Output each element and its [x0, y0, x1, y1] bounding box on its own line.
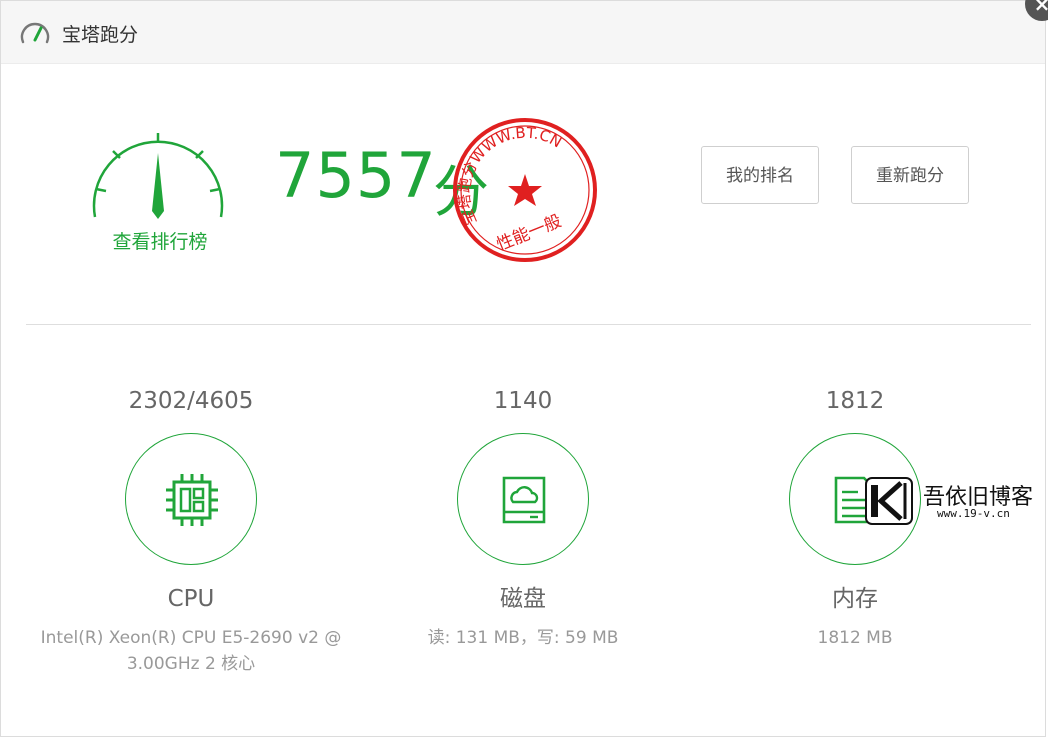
stamp-level-text: 性能一般 [494, 211, 565, 255]
my-rank-button[interactable]: 我的排名 [701, 146, 819, 204]
cpu-icon [166, 474, 218, 526]
benchmark-dialog: 宝塔跑分 × 查看排行榜 7557 分 宝塔跑分WWW.BT.CN 性能一般 我… [0, 0, 1048, 737]
stamp-ring-text: 宝塔跑分WWW.BT.CN [455, 124, 565, 228]
speedometer-icon [20, 22, 50, 44]
rerun-benchmark-button[interactable]: 重新跑分 [851, 146, 969, 204]
memory-score: 1812 [825, 388, 885, 414]
cpu-description: Intel(R) Xeon(R) CPU E5-2690 v2 @ 3.00GH… [40, 628, 342, 674]
disk-label: 磁盘 [500, 586, 546, 612]
memory-description: 1812 MB [817, 628, 893, 648]
cpu-label: CPU [167, 586, 215, 612]
disk-icon [502, 476, 546, 524]
svg-text:宝塔跑分WWW.BT.CN: 宝塔跑分WWW.BT.CN [455, 124, 565, 228]
blog-url: www.19-v.cn [937, 507, 1010, 520]
dialog-title: 宝塔跑分 [62, 24, 139, 46]
blog-logo-icon [865, 477, 913, 525]
dialog-titlebar: 宝塔跑分 [1, 1, 1045, 64]
score-value: 7557 [275, 139, 437, 212]
gauge-icon[interactable] [87, 129, 229, 225]
disk-score-card: 1140 磁盘 读: 131 MB，写: 59 MB [403, 381, 643, 651]
memory-label: 内存 [832, 586, 878, 612]
section-divider [26, 324, 1031, 325]
disk-icon-circle [457, 433, 589, 565]
blog-watermark: 吾依旧博客 www.19-v.cn [865, 477, 1047, 527]
view-leaderboard-link[interactable]: 查看排行榜 [89, 227, 231, 254]
cpu-score-card: 2302/4605 CPU Intel(R) Xeon(R) CPU E5-26… [31, 381, 351, 677]
cpu-score: 2302/4605 [128, 388, 254, 414]
cpu-icon-circle [125, 433, 257, 565]
performance-stamp: 宝塔跑分WWW.BT.CN 性能一般 [453, 118, 597, 262]
disk-description: 读: 131 MB，写: 59 MB [427, 628, 619, 648]
disk-score: 1140 [493, 388, 553, 414]
